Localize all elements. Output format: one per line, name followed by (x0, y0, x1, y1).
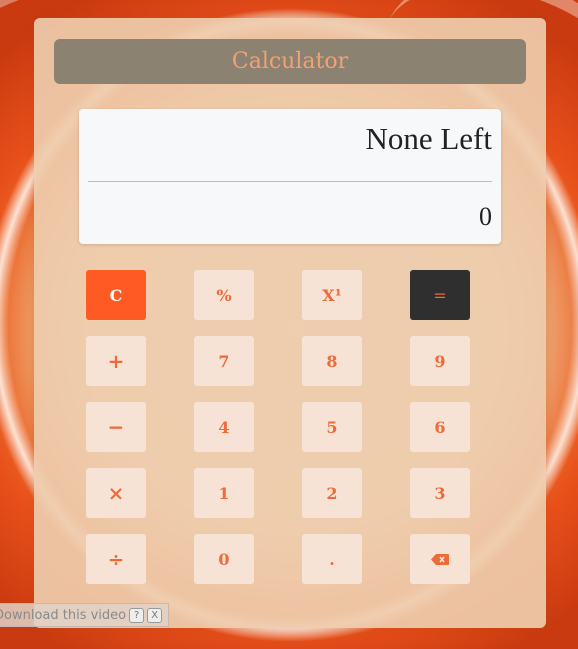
divide-button[interactable]: ÷ (86, 534, 146, 584)
digit-3-button[interactable]: 3 (410, 468, 470, 518)
window-title: Calculator (54, 39, 526, 84)
digit-0-button[interactable]: 0 (194, 534, 254, 584)
digit-8-button[interactable]: 8 (302, 336, 362, 386)
power-button[interactable]: X¹ (302, 270, 362, 320)
expression-text: None Left (365, 121, 492, 156)
digit-2-button[interactable]: 2 (302, 468, 362, 518)
multiply-button[interactable]: × (86, 468, 146, 518)
digit-7-button[interactable]: 7 (194, 336, 254, 386)
help-icon[interactable]: ? (129, 607, 145, 623)
clear-button[interactable]: C (86, 270, 146, 320)
digit-1-button[interactable]: 1 (194, 468, 254, 518)
download-video-bar[interactable]: Download this video ? X (0, 603, 169, 627)
percent-button[interactable]: % (194, 270, 254, 320)
digit-9-button[interactable]: 9 (410, 336, 470, 386)
download-video-link[interactable]: Download this video (0, 608, 126, 623)
backspace-button[interactable] (410, 534, 470, 584)
close-icon[interactable]: X (147, 607, 163, 623)
digit-6-button[interactable]: 6 (410, 402, 470, 452)
digit-4-button[interactable]: 4 (194, 402, 254, 452)
backspace-icon (431, 553, 449, 565)
display-divider (88, 181, 492, 182)
minus-button[interactable]: − (86, 402, 146, 452)
decimal-button[interactable]: . (302, 534, 362, 584)
result-text: 0 (479, 202, 492, 231)
calculator-display: None Left 0 (79, 109, 501, 244)
equals-button[interactable]: = (410, 270, 470, 320)
plus-button[interactable]: + (86, 336, 146, 386)
digit-5-button[interactable]: 5 (302, 402, 362, 452)
